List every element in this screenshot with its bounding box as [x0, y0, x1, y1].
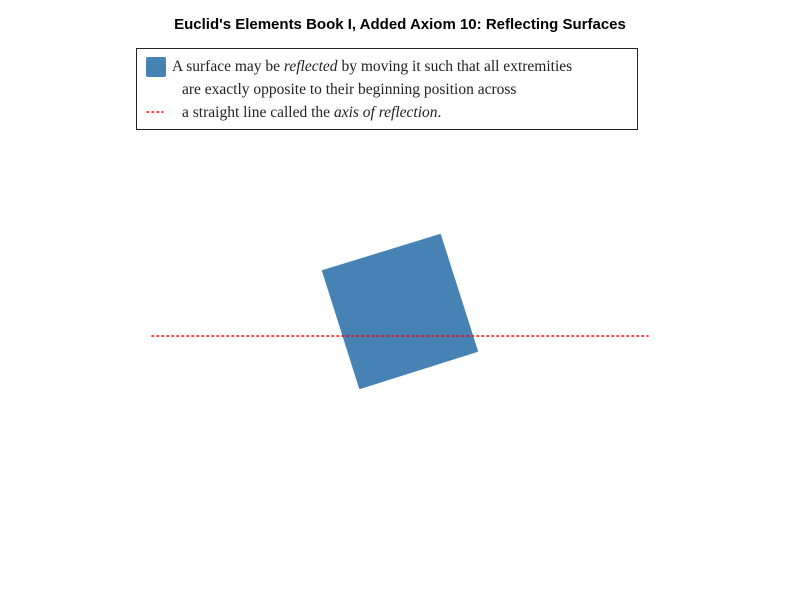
reflection-diagram	[151, 234, 649, 389]
reflected-surface-square	[322, 234, 478, 389]
